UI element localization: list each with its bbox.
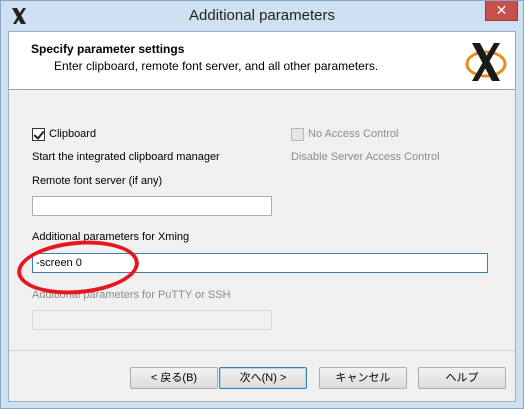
remote-font-server-label: Remote font server (if any) <box>32 175 163 187</box>
xming-params-input[interactable]: -screen 0 <box>32 253 488 273</box>
putty-params-input[interactable] <box>32 310 272 330</box>
next-button[interactable]: 次へ(N) > <box>219 367 307 389</box>
dialog-client: Specify parameter settings Enter clipboa… <box>8 31 516 402</box>
help-button[interactable]: ヘルプ <box>418 367 506 389</box>
dialog-window: Additional parameters ✕ Specify paramete… <box>0 0 524 409</box>
no-access-control-checkbox[interactable] <box>291 128 304 141</box>
wizard-header: Specify parameter settings Enter clipboa… <box>9 32 515 90</box>
clipboard-checkbox[interactable] <box>32 128 45 141</box>
clipboard-label[interactable]: Clipboard <box>49 128 96 140</box>
title-bar[interactable]: Additional parameters ✕ <box>1 1 523 31</box>
putty-params-label: Additional parameters for PuTTY or SSH <box>32 289 231 301</box>
cancel-button[interactable]: キャンセル <box>319 367 407 389</box>
header-title: Specify parameter settings <box>31 42 185 56</box>
xming-logo-icon <box>465 43 507 81</box>
no-access-control-description: Disable Server Access Control <box>291 151 440 163</box>
close-icon: ✕ <box>495 2 508 18</box>
xming-params-label: Additional parameters for Xming <box>32 231 190 243</box>
header-subtitle: Enter clipboard, remote font server, and… <box>54 59 379 73</box>
clipboard-description: Start the integrated clipboard manager <box>32 151 220 163</box>
no-access-control-label: No Access Control <box>308 128 399 140</box>
close-button[interactable]: ✕ <box>485 1 518 21</box>
button-separator <box>9 350 515 351</box>
remote-font-server-input[interactable] <box>32 196 272 216</box>
window-title: Additional parameters <box>189 7 335 24</box>
back-button[interactable]: < 戻る(B) <box>130 367 218 389</box>
